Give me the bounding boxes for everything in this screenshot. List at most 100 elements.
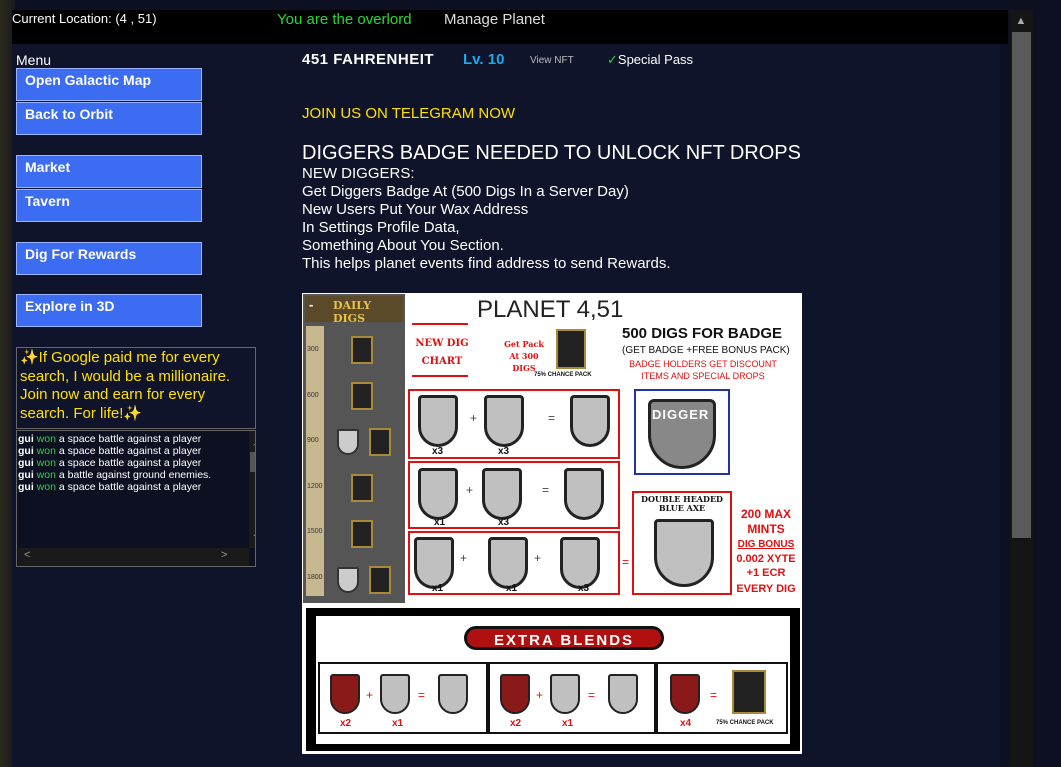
pack-icon <box>351 474 373 502</box>
log-text: a space battle against a player <box>58 457 202 469</box>
qty-label: x1 <box>392 718 404 729</box>
qty-label: x4 <box>680 718 692 729</box>
log-verb: won <box>36 445 56 457</box>
qty-label: x2 <box>510 718 522 729</box>
log-player[interactable]: gui <box>18 457 34 469</box>
chevron-up-icon[interactable]: ︿ <box>249 433 255 448</box>
poster-planet-title: PLANET 4,51 <box>477 296 624 323</box>
log-horizontal-scrollbar[interactable]: < > <box>18 548 249 566</box>
open-galactic-map-button[interactable]: Open Galactic Map <box>16 68 202 101</box>
arrow-left-icon <box>412 323 468 325</box>
parts-pack-icon <box>500 674 530 714</box>
back-to-orbit-button[interactable]: Back to Orbit <box>16 102 202 135</box>
axe-handle-icon <box>380 674 410 714</box>
log-verb: won <box>36 469 56 481</box>
pack-icon <box>732 670 766 714</box>
promo-message: ✨If Google paid me for every search, I w… <box>16 347 256 429</box>
extra-blend-3: x4 = 75% CHANCE PACK <box>656 662 788 734</box>
planet-level: Lv. 10 <box>463 51 505 68</box>
current-location: Current Location: (4 , 51) <box>12 11 157 26</box>
info-line: Something About You Section. <box>302 237 504 254</box>
arrow-left-icon <box>412 375 468 377</box>
get-badge-label: (GET BADGE +FREE BONUS PACK) <box>622 345 790 356</box>
log-player[interactable]: gui <box>18 433 34 445</box>
log-entry: gui won a space battle against a player <box>18 445 230 457</box>
overlord-status: You are the overlord <box>277 11 412 28</box>
log-text: a battle against ground enemies. <box>58 469 212 481</box>
telegram-link[interactable]: JOIN US ON TELEGRAM NOW <box>302 105 515 122</box>
chevron-right-icon[interactable]: > <box>221 549 227 561</box>
log-player[interactable]: gui <box>18 469 34 481</box>
dig-tick: 1800 <box>307 574 323 581</box>
battle-log: gui won a space battle against a player … <box>16 430 256 567</box>
plus-icon: + <box>466 483 474 497</box>
pack-icon <box>351 382 373 410</box>
daily-digs-panel: - DAILY DIGS 300 600 900 1200 1500 1800 <box>303 294 405 603</box>
manage-planet-link[interactable]: Manage Planet <box>444 11 545 28</box>
qty-label: x3 <box>498 446 510 457</box>
new-dig-chart-label: NEW DIG CHART <box>415 338 469 367</box>
scroll-thumb[interactable] <box>1012 32 1031 538</box>
menu-title: Menu <box>16 52 52 68</box>
axe-shield-icon <box>482 468 522 520</box>
info-line: In Settings Profile Data, <box>302 219 460 236</box>
equals-icon: = <box>542 483 550 497</box>
plus-icon: + <box>534 551 542 565</box>
qty-label: x1 <box>506 583 518 594</box>
equals-icon: = <box>710 688 718 702</box>
log-player[interactable]: gui <box>18 445 34 457</box>
equals-icon: = <box>588 688 596 702</box>
log-player[interactable]: gui <box>18 481 34 493</box>
log-text: a space battle against a player <box>58 433 202 445</box>
axe-result-icon <box>560 537 600 589</box>
pack-icon <box>369 566 391 594</box>
chevron-down-icon[interactable]: ﹀ <box>249 531 255 546</box>
axe-handle-icon <box>488 537 528 589</box>
log-entry: gui won a space battle against a player <box>18 457 230 469</box>
dig-tick: 300 <box>307 346 319 353</box>
chevron-left-icon[interactable]: < <box>24 549 30 561</box>
pack-icon <box>369 428 391 456</box>
log-entry: gui won a battle against ground enemies. <box>18 469 230 481</box>
info-line: NEW DIGGERS: <box>302 165 415 182</box>
log-vertical-scrollbar[interactable]: ︿ ﹀ <box>249 431 255 548</box>
explore-3d-button[interactable]: Explore in 3D <box>16 294 202 327</box>
market-button[interactable]: Market <box>16 155 202 188</box>
pack-icon <box>351 520 373 548</box>
axe-shield-icon <box>414 537 454 589</box>
scroll-up-icon[interactable]: ▲ <box>1012 12 1030 30</box>
double-axe-icon <box>654 519 714 587</box>
shield-icon <box>337 567 359 593</box>
qty-label: x3 <box>578 583 590 594</box>
axe-shield-icon <box>550 674 580 714</box>
chance-pack-label: 75% CHANCE PACK <box>716 720 774 726</box>
special-pass-label: Special Pass <box>617 52 694 67</box>
minus-icon: - <box>309 297 314 312</box>
qty-label: x3 <box>432 446 444 457</box>
log-text: a space battle against a player <box>58 481 202 493</box>
log-scroll-thumb[interactable] <box>250 452 255 472</box>
max-mints-label: 200 MAX MINTS <box>740 507 792 536</box>
dig-tick: 1200 <box>307 483 323 490</box>
info-line: Get Diggers Badge At (500 Digs In a Serv… <box>302 183 629 200</box>
tavern-button[interactable]: Tavern <box>16 189 202 222</box>
view-nft-link[interactable]: View NFT <box>530 55 574 66</box>
double-axe-label: DOUBLE HEADED BLUE AXE <box>641 494 723 513</box>
plus-icon: + <box>470 411 478 425</box>
digger-label: DIGGER <box>652 407 710 422</box>
pack-icon <box>556 329 586 369</box>
axe-shield-icon <box>438 674 468 714</box>
info-line: New Users Put Your Wax Address <box>302 201 529 218</box>
dig-for-rewards-button[interactable]: Dig For Rewards <box>16 242 202 275</box>
dig-progress-bar <box>306 326 324 596</box>
shield-icon <box>337 429 359 455</box>
axe-shield-icon <box>418 468 458 520</box>
log-entry: gui won a space battle against a player <box>18 481 230 493</box>
log-verb: won <box>36 457 56 469</box>
dig-tick: 900 <box>307 437 319 444</box>
extra-blends-panel: EXTRA BLENDS x2 + x1 = x2 + x1 = x4 = 75… <box>306 608 800 751</box>
plus-icon: + <box>536 688 544 702</box>
dig-chart-poster: - DAILY DIGS 300 600 900 1200 1500 1800 … <box>302 293 802 754</box>
dig-bonus-label: DIG BONUS <box>737 539 795 550</box>
info-line: This helps planet events find address to… <box>302 255 671 272</box>
